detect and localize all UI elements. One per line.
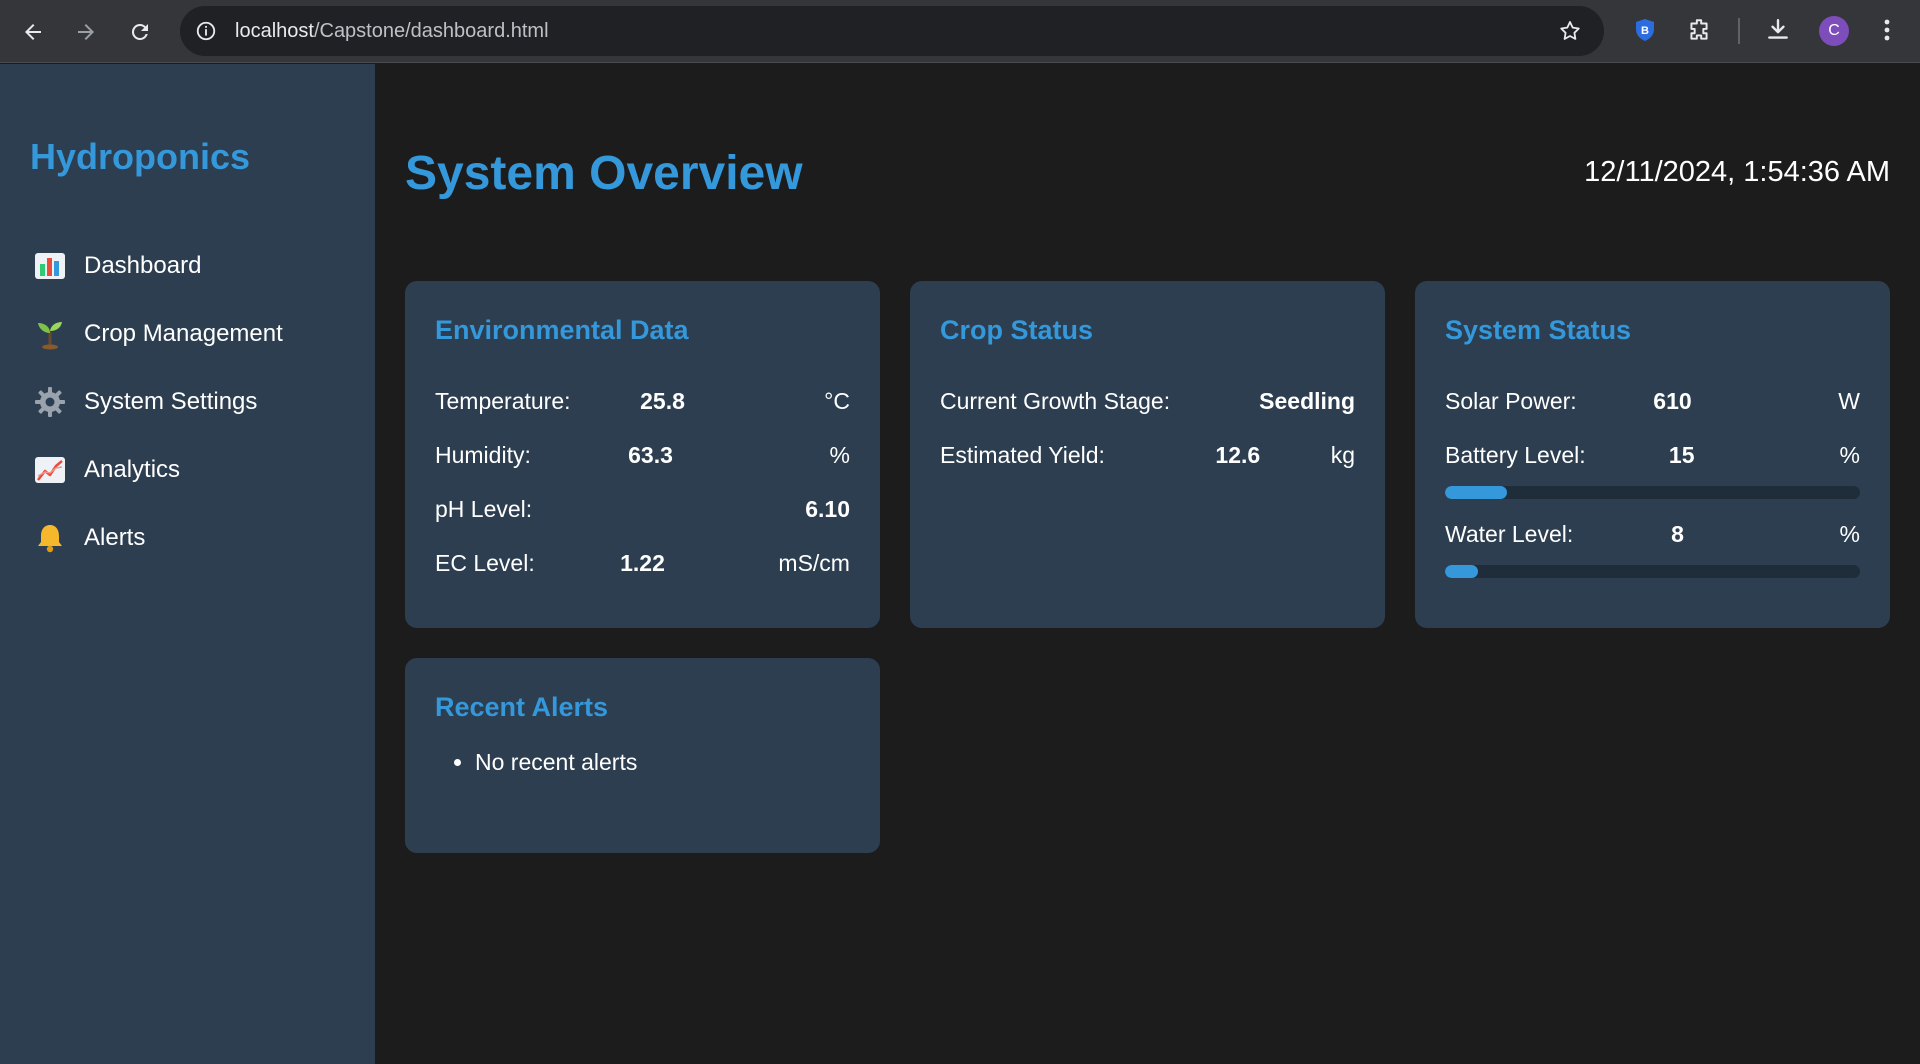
download-icon[interactable]	[1762, 14, 1794, 46]
crop-status-card: Crop Status Current Growth Stage: Seedli…	[910, 281, 1385, 628]
current-datetime: 12/11/2024, 1:54:36 AM	[1584, 156, 1890, 188]
system-status-card: System Status Solar Power: 610 W Battery…	[1415, 281, 1890, 628]
card-title: Environmental Data	[435, 315, 689, 345]
battery-level-value: 15	[1668, 441, 1695, 468]
reload-icon	[131, 23, 148, 40]
sidebar-item-label: System Settings	[84, 388, 258, 415]
sidebar: Hydroponics Dashboard Crop Management Sy…	[0, 64, 375, 1064]
temperature-label: Temperature:	[435, 387, 571, 414]
solar-power-value: 610	[1653, 387, 1692, 414]
water-level-row: Water Level: 8 %	[1445, 507, 1860, 561]
line-chart-icon	[32, 454, 68, 486]
ec-unit: mS/cm	[778, 549, 850, 576]
gear-icon	[32, 386, 68, 418]
temperature-value: 25.8	[640, 387, 685, 414]
water-level-bar	[1445, 565, 1860, 578]
brand-title[interactable]: Hydroponics	[30, 136, 250, 178]
alerts-list: No recent alerts	[435, 749, 850, 776]
sidebar-item-system-settings[interactable]: System Settings	[32, 368, 283, 436]
sidebar-item-alerts[interactable]: Alerts	[32, 504, 283, 572]
url-host: localhost	[235, 20, 314, 42]
sidebar-item-crop-management[interactable]: Crop Management	[32, 300, 283, 368]
sidebar-item-label: Alerts	[84, 524, 146, 551]
profile-avatar[interactable]: C	[1819, 16, 1849, 46]
list-item: No recent alerts	[475, 749, 850, 776]
site-info-icon[interactable]	[194, 19, 218, 43]
battery-level-row: Battery Level: 15 %	[1445, 428, 1860, 482]
bookmark-star-icon[interactable]	[1558, 19, 1582, 43]
water-level-fill	[1445, 565, 1479, 578]
sidebar-item-label: Analytics	[84, 456, 181, 483]
solar-power-row: Solar Power: 610 W	[1445, 374, 1860, 428]
estimated-yield-value: 12.6	[1215, 441, 1261, 468]
forward-button[interactable]	[66, 12, 106, 52]
card-title: System Status	[1445, 315, 1632, 345]
sidebar-nav: Dashboard Crop Management System Setting…	[32, 232, 283, 572]
temperature-unit: °C	[824, 387, 850, 414]
url-path: /Capstone/dashboard.html	[313, 20, 549, 42]
estimated-yield-label: Estimated Yield:	[940, 441, 1105, 468]
battery-level-unit: %	[1839, 441, 1860, 468]
sidebar-item-label: Dashboard	[84, 252, 202, 279]
forward-arrow-icon	[78, 24, 94, 40]
extension-shield-icon[interactable]: B	[1629, 14, 1661, 46]
page-title: System Overview	[405, 147, 803, 200]
water-level-unit: %	[1839, 520, 1860, 547]
bell-icon	[32, 522, 68, 554]
svg-text:B: B	[1641, 25, 1649, 37]
sidebar-item-dashboard[interactable]: Dashboard	[32, 232, 283, 300]
environmental-data-card: Environmental Data Temperature: 25.8 °C …	[405, 281, 880, 628]
solar-power-unit: W	[1838, 387, 1860, 414]
url-text[interactable]: localhost/Capstone/dashboard.html	[235, 20, 549, 43]
humidity-unit: %	[829, 441, 850, 468]
recent-alerts-card: Recent Alerts No recent alerts	[405, 658, 880, 853]
address-bar[interactable]: localhost/Capstone/dashboard.html	[180, 6, 1604, 56]
sidebar-item-label: Crop Management	[84, 320, 283, 347]
growth-stage-value: Seedling	[1259, 387, 1355, 414]
battery-level-fill	[1445, 486, 1508, 499]
solar-power-label: Solar Power:	[1445, 387, 1577, 414]
battery-level-bar	[1445, 486, 1860, 499]
estimated-yield-row: Estimated Yield: 12.6 kg	[940, 428, 1355, 482]
sidebar-item-analytics[interactable]: Analytics	[32, 436, 283, 504]
growth-stage-row: Current Growth Stage: Seedling	[940, 374, 1355, 428]
ph-label: pH Level:	[435, 495, 533, 522]
humidity-label: Humidity:	[435, 441, 531, 468]
more-menu-icon[interactable]	[1871, 14, 1903, 46]
main-content: System Overview 12/11/2024, 1:54:36 AM E…	[375, 64, 1920, 1064]
chart-bars-icon	[32, 250, 68, 282]
humidity-value: 63.3	[628, 441, 673, 468]
battery-level-label: Battery Level:	[1445, 441, 1586, 468]
ec-row: EC Level: 1.22 mS/cm	[435, 536, 850, 590]
ec-label: EC Level:	[435, 549, 535, 576]
extensions-puzzle-icon[interactable]	[1683, 14, 1715, 46]
ph-row: pH Level: 6.10	[435, 482, 850, 536]
ec-value: 1.22	[620, 549, 665, 576]
back-arrow-icon	[25, 24, 41, 40]
card-title: Crop Status	[940, 315, 1094, 345]
back-button[interactable]	[13, 12, 53, 52]
browser-toolbar: localhost/Capstone/dashboard.html B C	[0, 0, 1920, 63]
toolbar-divider	[1738, 18, 1740, 44]
seedling-icon	[32, 318, 68, 350]
humidity-row: Humidity: 63.3 %	[435, 428, 850, 482]
estimated-yield-unit: kg	[1330, 441, 1355, 468]
reload-button[interactable]	[120, 12, 160, 52]
card-title: Recent Alerts	[435, 692, 609, 722]
water-level-label: Water Level:	[1445, 520, 1574, 547]
water-level-value: 8	[1671, 520, 1684, 547]
growth-stage-label: Current Growth Stage:	[940, 387, 1171, 414]
ph-value: 6.10	[805, 495, 850, 522]
temperature-row: Temperature: 25.8 °C	[435, 374, 850, 428]
